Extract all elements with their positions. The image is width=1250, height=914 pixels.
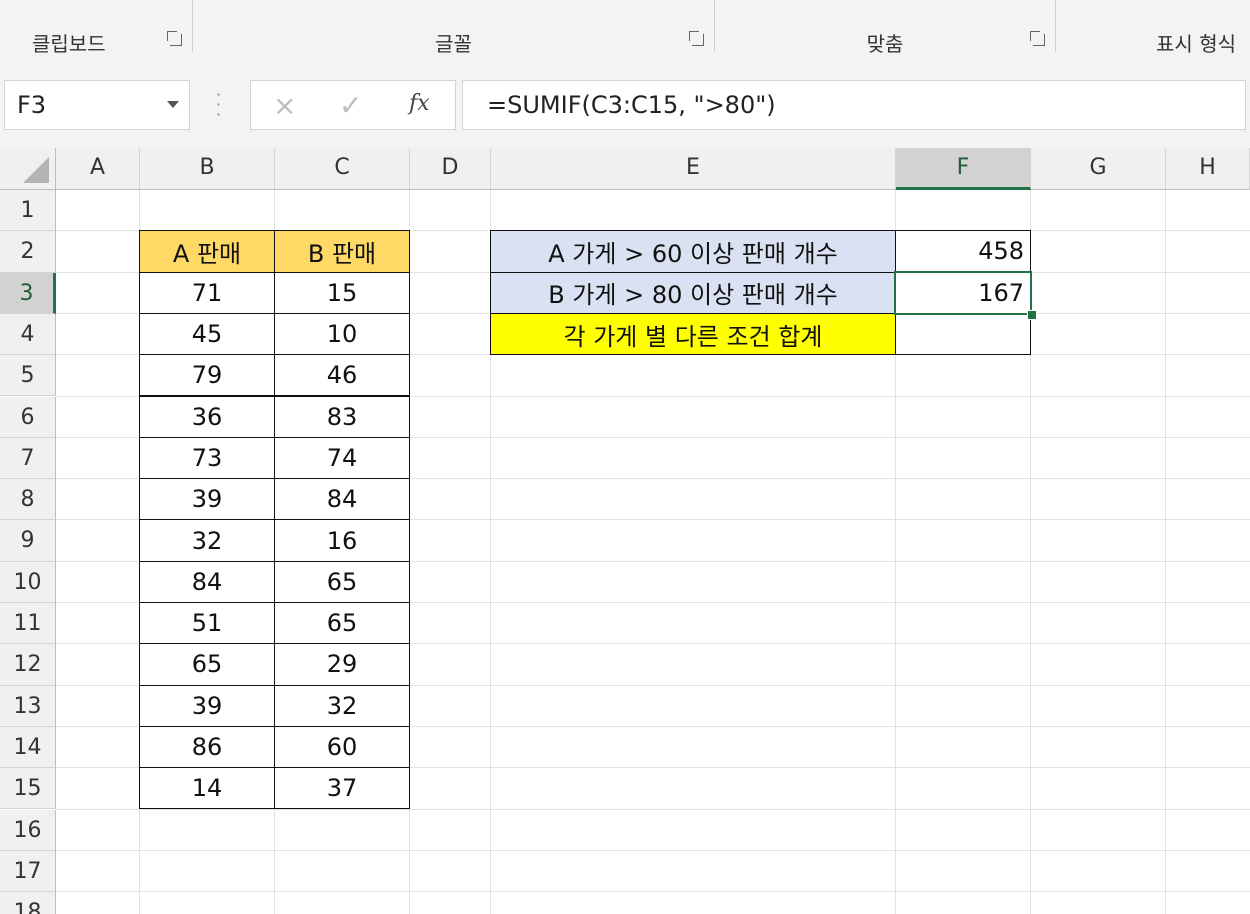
column-header-d[interactable]: D xyxy=(410,148,491,190)
column-header-c[interactable]: C xyxy=(275,148,410,190)
chevron-down-icon[interactable] xyxy=(167,101,179,108)
row-header-15[interactable]: 15 xyxy=(0,768,56,810)
insert-function-icon[interactable]: fx xyxy=(409,91,430,116)
table-cell[interactable]: 73 xyxy=(139,436,275,480)
table-cell[interactable]: 71 xyxy=(139,271,275,314)
row-header-16[interactable]: 16 xyxy=(0,809,56,851)
summary-value[interactable] xyxy=(895,312,1031,356)
row-header-13[interactable]: 13 xyxy=(0,685,56,727)
column-header-f[interactable]: F xyxy=(896,148,1031,190)
table-cell[interactable]: 15 xyxy=(274,271,410,314)
table-cell[interactable]: 14 xyxy=(139,767,275,810)
row-header-8[interactable]: 8 xyxy=(0,479,56,521)
gridline-vertical xyxy=(1165,190,1166,914)
column-header-g[interactable]: G xyxy=(1031,148,1166,190)
formula-buttons: × ✓ fx xyxy=(250,80,456,130)
row-header-7[interactable]: 7 xyxy=(0,437,56,480)
dialog-launcher-icon[interactable] xyxy=(1030,31,1045,46)
summary-value[interactable]: 458 xyxy=(895,230,1031,273)
table-cell[interactable]: 84 xyxy=(274,478,410,521)
table-cell[interactable]: 45 xyxy=(139,312,275,356)
name-box[interactable]: F3 xyxy=(4,80,190,130)
row-header-4[interactable]: 4 xyxy=(0,313,56,356)
table-cell[interactable]: 29 xyxy=(274,643,410,686)
gridline-horizontal xyxy=(56,849,1250,851)
gridline-horizontal xyxy=(56,891,1250,893)
table-cell[interactable]: 65 xyxy=(274,560,410,603)
row-header-2[interactable]: 2 xyxy=(0,231,56,273)
table-cell[interactable]: 51 xyxy=(139,602,275,645)
ribbon-group-font: 글꼴 xyxy=(193,0,714,62)
dialog-launcher-icon[interactable] xyxy=(689,31,704,46)
row-header-12[interactable]: 12 xyxy=(0,644,56,686)
row-header-6[interactable]: 6 xyxy=(0,396,56,438)
select-all-button[interactable] xyxy=(0,148,56,190)
table-header[interactable]: A 판매 xyxy=(139,230,275,273)
name-box-value: F3 xyxy=(17,91,47,119)
table-cell[interactable]: 32 xyxy=(139,519,275,562)
selected-cell-border xyxy=(894,270,1032,315)
table-cell[interactable]: 74 xyxy=(274,436,410,480)
table-cell[interactable]: 65 xyxy=(139,643,275,686)
summary-label[interactable]: 각 가게 별 다른 조건 합계 xyxy=(490,312,896,356)
column-header-b[interactable]: B xyxy=(140,148,275,190)
select-all-icon xyxy=(23,157,49,183)
table-cell[interactable]: 65 xyxy=(274,602,410,645)
table-cell[interactable]: 32 xyxy=(274,684,410,727)
table-cell[interactable]: 83 xyxy=(274,395,410,438)
table-cell[interactable]: 60 xyxy=(274,725,410,769)
more-options-icon[interactable]: · · · xyxy=(216,87,221,123)
table-cell[interactable]: 37 xyxy=(274,767,410,810)
table-cell[interactable]: 46 xyxy=(274,354,410,397)
column-header-e[interactable]: E xyxy=(491,148,896,190)
table-cell[interactable]: 39 xyxy=(139,684,275,727)
row-header-11[interactable]: 11 xyxy=(0,603,56,645)
table-cell[interactable]: 36 xyxy=(139,395,275,438)
table-cell[interactable]: 84 xyxy=(139,560,275,603)
ribbon-group-label: 맞춤 xyxy=(866,32,904,56)
ribbon-group-number: 표시 형식 xyxy=(1056,0,1250,62)
ribbon-group-label: 글꼴 xyxy=(435,32,472,56)
worksheet-grid[interactable]: ABCDEFGH 1 2 3 4 5 6 7 8 9 10 11 12 13 14 15 16 17 18 A 판… xyxy=(0,148,1250,914)
table-cell[interactable]: 39 xyxy=(139,478,275,521)
row-header-14[interactable]: 14 xyxy=(0,726,56,769)
ribbon-group-clipboard: 클립보드 xyxy=(0,0,192,62)
table-cell[interactable]: 10 xyxy=(274,312,410,356)
fill-handle[interactable] xyxy=(1027,309,1037,320)
table-cell[interactable]: 86 xyxy=(139,725,275,769)
formula-input[interactable]: =SUMIF(C3:C15, ">80") xyxy=(462,80,1246,130)
formula-text: =SUMIF(C3:C15, ">80") xyxy=(487,91,776,119)
ribbon-group-alignment: 맞춤 xyxy=(715,0,1055,62)
column-header-h[interactable]: H xyxy=(1166,148,1250,190)
dialog-launcher-icon[interactable] xyxy=(167,31,182,46)
ribbon: 클립보드 글꼴 맞춤 표시 형식 xyxy=(0,0,1250,63)
summary-label[interactable]: B 가게 > 80 이상 판매 개수 xyxy=(490,271,896,314)
row-header-9[interactable]: 9 xyxy=(0,520,56,562)
row-header-3[interactable]: 3 xyxy=(0,272,56,314)
row-header-5[interactable]: 5 xyxy=(0,355,56,397)
row-header-17[interactable]: 17 xyxy=(0,850,56,893)
row-header-18[interactable]: 18 xyxy=(0,892,56,914)
formula-bar: F3 · · · × ✓ fx =SUMIF(C3:C15, ">80") xyxy=(0,62,1250,148)
table-header[interactable]: B 판매 xyxy=(274,230,410,273)
ribbon-group-label: 표시 형식 xyxy=(1156,32,1236,56)
column-header-a[interactable]: A xyxy=(56,148,140,190)
enter-icon[interactable]: ✓ xyxy=(339,89,362,122)
summary-label[interactable]: A 가게 > 60 이상 판매 개수 xyxy=(490,230,896,273)
row-header-10[interactable]: 10 xyxy=(0,561,56,603)
table-cell[interactable]: 79 xyxy=(139,354,275,397)
row-header-1[interactable]: 1 xyxy=(0,190,56,232)
table-cell[interactable]: 16 xyxy=(274,519,410,562)
cancel-icon[interactable]: × xyxy=(273,89,296,122)
